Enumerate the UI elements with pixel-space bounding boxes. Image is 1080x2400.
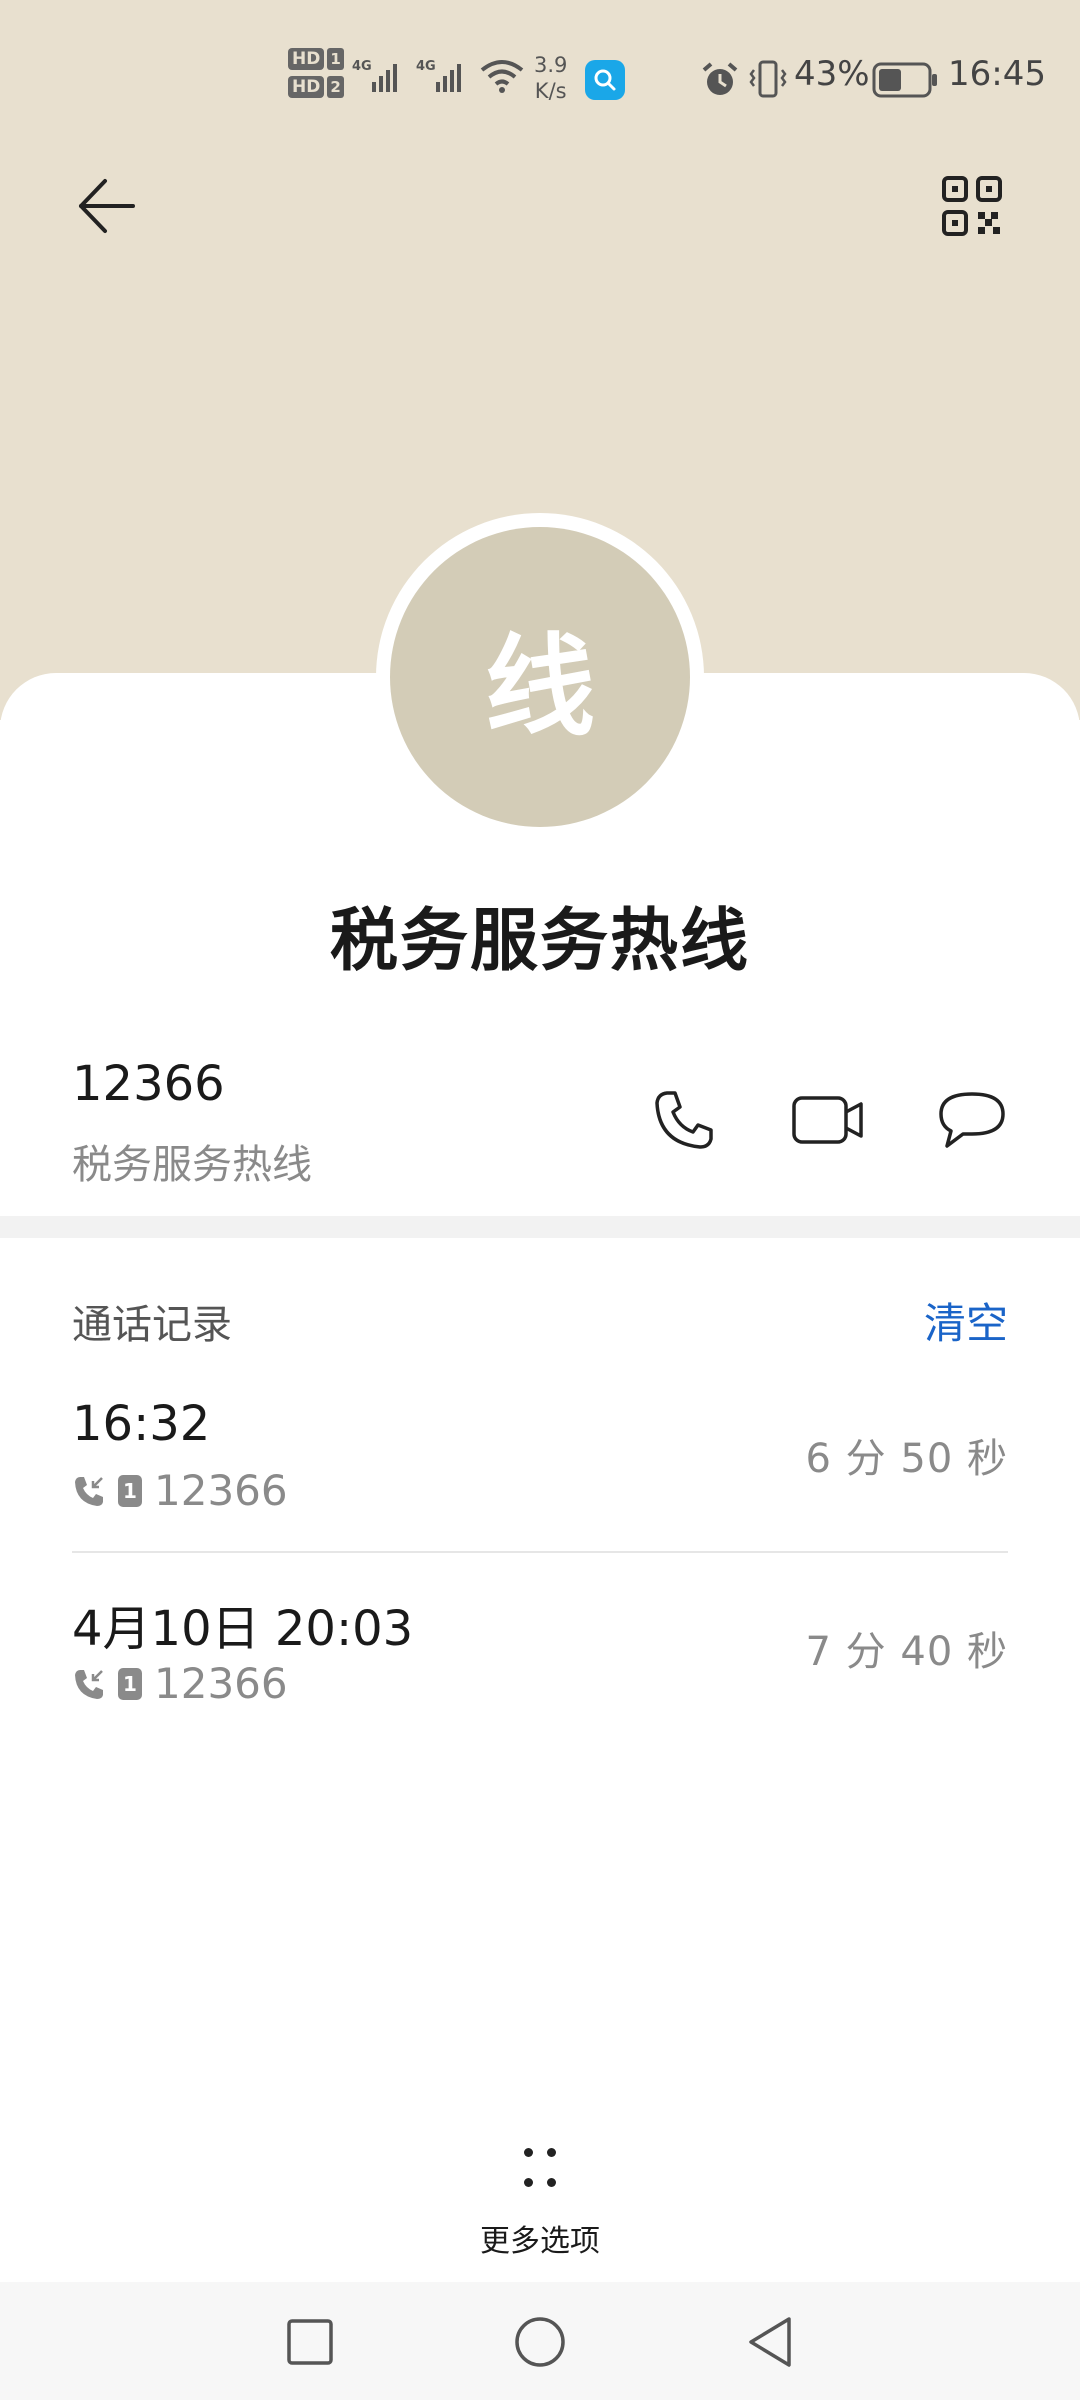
phone-icon [655,1091,713,1149]
video-call-icon [792,1096,863,1144]
status-time: 16:45 [948,54,1046,94]
home-icon [515,2317,565,2367]
system-nav-bar [0,2282,1080,2400]
contact-detail-page: HD 1 HD 2 4G 4G 3.9 K/s 43% 16:45 线 税务服务… [0,0,1080,2400]
more-options-button[interactable]: 更多选项 [440,2140,640,2260]
clear-call-log-button[interactable]: 清空 [924,1290,1008,1351]
incoming-call-icon [75,1476,103,1506]
avatar[interactable]: 线 [390,527,690,827]
network-speed: 3.9 K/s [534,53,568,103]
call-details: 1 12366 [72,1659,288,1708]
battery-icon [872,62,938,98]
sim-card-icon: 1 [118,1667,142,1700]
home-button[interactable] [500,2302,580,2382]
battery-percentage: 43% [794,54,870,94]
log-divider [72,1551,1008,1553]
recent-apps-icon [287,2319,333,2365]
svg-text:4G: 4G [416,59,436,74]
call-time: 16:32 [72,1396,211,1452]
sim2-hd-badge: HD 2 [288,76,344,98]
back-icon [749,2317,791,2367]
back-button[interactable] [66,166,146,246]
message-icon [939,1092,1005,1148]
call-log-title: 通话记录 [72,1302,232,1348]
search-app-icon [585,60,625,100]
wifi-icon [480,58,524,94]
call-button[interactable] [644,1080,724,1160]
sim-hd-indicators: HD 1 HD 2 [288,48,344,98]
phone-number-label: 税务服务热线 [72,1142,312,1188]
more-dots-icon [510,2140,570,2200]
call-duration: 6 分 50 秒 [805,1436,1008,1482]
video-call-button[interactable] [788,1080,868,1160]
call-number: 12366 [154,1466,288,1515]
signal-sim2-icon: 4G [416,56,472,96]
call-details: 1 12366 [72,1466,288,1515]
more-options-label: 更多选项 [480,2224,600,2259]
message-button[interactable] [932,1080,1012,1160]
incoming-call-icon [75,1669,103,1699]
call-log-entry[interactable]: 4月10日 20:03 1 12366 7 分 40 秒 [72,1589,1008,1779]
qr-code-icon [942,176,1002,236]
vibrate-icon [748,58,788,100]
contact-name: 税务服务热线 [329,902,750,981]
avatar-initial: 线 [485,623,595,751]
phone-number[interactable]: 12366 [72,1056,225,1112]
qr-code-button[interactable] [932,166,1012,246]
recent-apps-button[interactable] [270,2302,350,2382]
status-bar: HD 1 HD 2 4G 4G 3.9 K/s 43% 16:45 [0,40,1080,120]
signal-sim1-icon: 4G [352,56,408,96]
call-number: 12366 [154,1659,288,1708]
section-divider [0,1216,1080,1238]
nav-back-button[interactable] [730,2302,810,2382]
sim-card-icon: 1 [118,1474,142,1507]
call-log-entry[interactable]: 16:32 1 12366 6 分 50 秒 [72,1396,1008,1586]
arrow-left-icon [79,179,135,233]
sim1-hd-badge: HD 1 [288,48,344,70]
alarm-icon [700,60,740,100]
svg-text:4G: 4G [352,59,372,74]
call-duration: 7 分 40 秒 [805,1629,1008,1675]
call-time: 4月10日 20:03 [72,1601,414,1657]
